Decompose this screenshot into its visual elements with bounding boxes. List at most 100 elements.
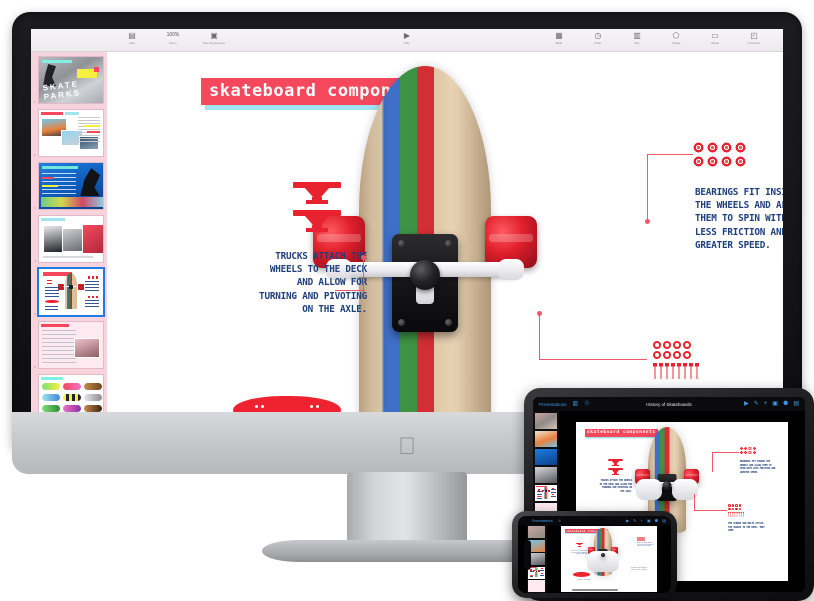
slide-thumb-wrapper[interactable]: 3: [34, 162, 107, 210]
help-icon[interactable]: ☉: [584, 401, 589, 407]
toolbar-text-button[interactable]: ▥ Text: [624, 31, 650, 45]
leader-line-trucks: [335, 290, 365, 292]
iphone-slide-thumbnail-5[interactable]: [528, 580, 545, 592]
bearings-callout-text[interactable]: BEARINGS FIT INSIDE THE WHEELS AND ALLOW…: [695, 186, 783, 252]
slide-number: 2: [34, 153, 36, 157]
iphone-toolbar: Presentations ☉ ▶ ✎ + ▣ ⚈ ▤: [518, 516, 671, 525]
ipad-mini-slide-art: [535, 485, 557, 501]
pencil-icon[interactable]: ✎: [754, 401, 759, 407]
toolbar-comment-label: Comment: [748, 41, 760, 45]
play-icon[interactable]: ▶: [744, 401, 749, 407]
ipad-screw-group: [728, 512, 744, 517]
keynote-body: SKATE PARKS 1 2 3 4 5 6 skateboard compo…: [31, 52, 783, 419]
slide-canvas[interactable]: skateboard components TRUCKS ATTACH THE …: [107, 52, 783, 419]
collaborate-icon[interactable]: ⚈: [783, 401, 788, 407]
toolbar-media-label: Media: [711, 41, 719, 45]
ipad-slide-thumbnail-1[interactable]: [535, 413, 557, 429]
text-icon: ▥: [633, 31, 641, 40]
iphone-body: skateboard components TRUCKS ATTACH THE …: [518, 525, 671, 593]
slide-thumbnail-2[interactable]: [38, 109, 104, 157]
slide-thumbnail-6[interactable]: [38, 321, 104, 369]
ipad-slide-thumbnail-3[interactable]: [535, 449, 557, 465]
chart-icon: ◷: [594, 31, 602, 40]
iphone-back-button[interactable]: Presentations: [532, 519, 553, 523]
skateboard-graphic: [313, 66, 537, 419]
more-icon[interactable]: ▤: [793, 401, 799, 407]
slide-thumbnail-5[interactable]: [37, 267, 105, 317]
nut-icon-group: [653, 341, 691, 359]
slide-thumb-wrapper[interactable]: 4: [34, 215, 107, 263]
leader-dot-trucks: [361, 255, 366, 260]
slide-thumbnail-4[interactable]: [38, 215, 104, 263]
more-icon[interactable]: ▤: [662, 518, 666, 523]
nut-icon: [673, 351, 681, 359]
toolbar-media-button[interactable]: ▭ Media: [702, 31, 728, 45]
ipad-bearings-text: BEARINGS FIT INSIDE THE WHEELS AND ALLOW…: [740, 460, 776, 474]
toolbar-table-button[interactable]: ▦ Table: [546, 31, 572, 45]
trucks-callout-text[interactable]: TRUCKS ATTACH THE WHEELS TO THE DECK AND…: [255, 250, 367, 316]
ipad-toolbar-left: Presentations ▥ ☉: [539, 401, 590, 407]
slide-navigator[interactable]: SKATE PARKS 1 2 3 4 5 6: [31, 52, 107, 419]
toolbar-shape-button[interactable]: ⬠ Shape: [663, 31, 689, 45]
toolbar-keynote-live-button[interactable]: ▣ Play Keynote Live: [201, 31, 227, 45]
iphone-bearings-text: BEARINGS FIT INSIDE THE WHEELS AND ALLOW…: [637, 543, 654, 548]
help-icon[interactable]: ☉: [558, 518, 562, 523]
iphone-slide-thumbnail-4[interactable]: [528, 566, 545, 579]
screw-icon: [689, 363, 693, 379]
slide-thumb-wrapper[interactable]: SKATE PARKS 1: [34, 56, 107, 104]
slide-thumbnail-3[interactable]: [38, 162, 104, 210]
ipad-screws-text: THE SCREWS AND BOLTS ATTACH THE TRUCKS T…: [728, 522, 765, 532]
table-icon: ▦: [555, 31, 563, 40]
iphone-screws-text: THE SCREWS AND BOLTS ATTACH THE TRUCKS T…: [631, 568, 647, 571]
comment-icon: ◰: [750, 31, 758, 40]
insert-icon[interactable]: ▣: [772, 401, 778, 407]
truck-icon: [293, 210, 341, 232]
iphone-slide-stage[interactable]: skateboard components TRUCKS ATTACH THE …: [547, 525, 671, 593]
nut-icon: [653, 341, 661, 349]
toolbar-center-group: ▶ Play: [394, 31, 420, 45]
iphone-notch: [524, 539, 531, 570]
bearing-icon: [735, 142, 746, 153]
slide-thumb-wrapper[interactable]: 6: [34, 321, 107, 369]
add-icon[interactable]: +: [764, 401, 768, 407]
ipad-trucks-text: TRUCKS ATTACH THE WHEELS TO THE DECK AND…: [599, 479, 632, 493]
ipad-slide-thumbnail-4[interactable]: [535, 467, 557, 483]
collaborate-icon[interactable]: ⚈: [655, 518, 659, 523]
nut-icon: [663, 341, 671, 349]
iphone-slide-thumbnail-1[interactable]: [528, 526, 545, 538]
toolbar-chart-button[interactable]: ◷ Chart: [585, 31, 611, 45]
slide-thumb-wrapper[interactable]: 5: [34, 267, 107, 317]
play-icon[interactable]: ▶: [626, 518, 629, 523]
bearing-icon: [721, 142, 732, 153]
ipad-slide-thumbnail-5[interactable]: [535, 485, 557, 501]
pencil-icon[interactable]: ✎: [633, 518, 636, 523]
ipad-truck-icon: [608, 459, 623, 466]
insert-icon[interactable]: ▣: [647, 518, 651, 523]
bearing-icon: [707, 156, 718, 167]
screw-icon: [683, 363, 687, 379]
ipad-back-button[interactable]: Presentations: [539, 402, 567, 407]
toolbar-view-button[interactable]: ▤ View: [119, 31, 145, 45]
toolbar-play-button[interactable]: ▶ Play: [394, 31, 420, 45]
apple-logo-icon: : [396, 434, 418, 460]
add-icon[interactable]: +: [641, 518, 643, 523]
ipad-slide-thumbnail-2[interactable]: [535, 431, 557, 447]
toolbar-text-label: Text: [634, 41, 640, 45]
leader-line-bearings: [647, 154, 693, 156]
leader-line-trucks-v: [363, 258, 365, 292]
play-icon: ▶: [403, 31, 411, 40]
imac-stand-neck: [347, 472, 467, 550]
slide-number: 1: [34, 100, 36, 104]
toolbar-zoom-control[interactable]: 100% Zoom: [158, 31, 188, 45]
slide-thumb-wrapper[interactable]: 2: [34, 109, 107, 157]
truck-icon: [293, 182, 341, 204]
ipad-bearing-group: [740, 447, 756, 455]
slide-thumbnail-1[interactable]: SKATE PARKS: [38, 56, 104, 104]
bearing-icon: [693, 156, 704, 167]
sidebar-icon[interactable]: ▥: [573, 401, 579, 407]
iphone-toolbar-right: ▶ ✎ + ▣ ⚈ ▤: [626, 518, 666, 523]
ipad-toolbar-right: ▶ ✎ + ▣ ⚈ ▤: [744, 401, 799, 407]
toolbar-zoom-label: Zoom: [169, 41, 177, 45]
screw-icon: [659, 363, 663, 379]
toolbar-comment-button[interactable]: ◰ Comment: [741, 31, 767, 45]
